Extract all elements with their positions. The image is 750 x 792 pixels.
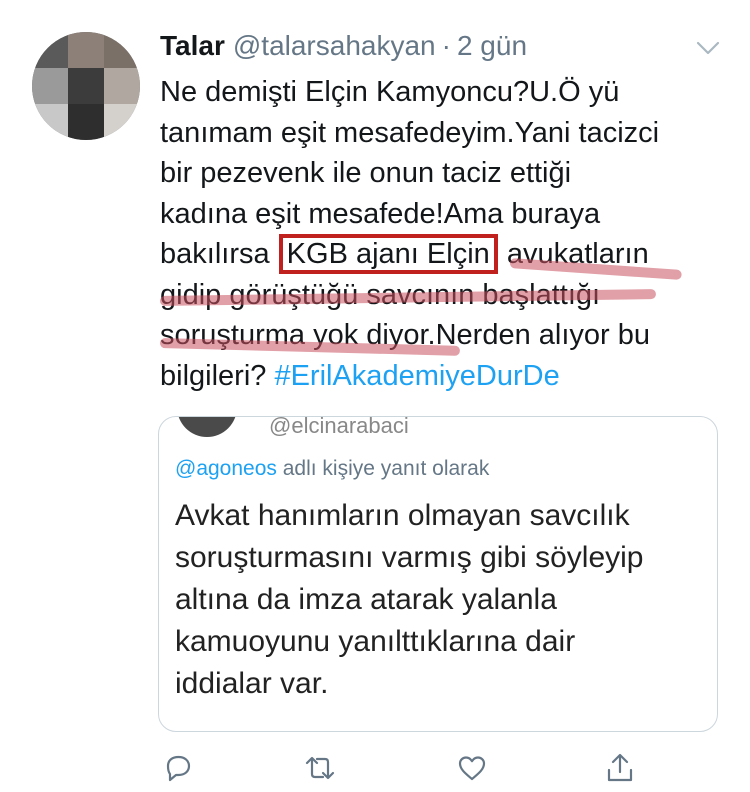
reply-icon[interactable] — [162, 752, 194, 784]
tweet-line: kadına eşit mesafede!Ama buraya — [160, 197, 601, 230]
avatar[interactable] — [32, 32, 140, 140]
quoted-text: Avkat hanımların olmayan savcılık soruşt… — [175, 495, 705, 705]
tweet-line-part: bilgileri? — [160, 359, 275, 392]
author-handle[interactable]: @talarsahakyan — [233, 30, 436, 62]
quoted-line: altına da imza atarak yalanla — [175, 583, 557, 616]
quoted-tweet[interactable]: @elcinarabaci @agoneos adlı kişiye yanıt… — [158, 416, 718, 732]
timestamp[interactable]: 2 gün — [457, 30, 527, 62]
quoted-line: iddialar var. — [175, 667, 329, 700]
quoted-line: kamuoyunu yanılttıklarına dair — [175, 625, 576, 658]
quoted-handle: @elcinarabaci — [269, 416, 409, 438]
chevron-down-icon[interactable] — [694, 38, 722, 58]
tweet-line-part: avukatların — [498, 238, 649, 270]
tweet-line: tanımam eşit mesafedeyim.Yani tacizci — [160, 116, 660, 149]
quoted-line: Avkat hanımların olmayan savcılık — [175, 499, 630, 532]
tweet-text: Ne demişti Elçin Kamyoncu?U.Ö yü tanımam… — [160, 72, 730, 396]
tweet[interactable]: Talar @talarsahakyan · 2 gün Ne demişti … — [0, 0, 750, 792]
quoted-avatar — [177, 417, 237, 437]
tweet-line: bir pezevenk ile onun taciz ettiği — [160, 157, 572, 189]
author-name[interactable]: Talar — [160, 30, 225, 62]
tweet-line: soruşturma yok diyor.Nerden alıyor bu — [160, 319, 650, 351]
heart-icon[interactable] — [456, 752, 488, 784]
tweet-line-part: bakılırsa — [160, 238, 278, 270]
share-icon[interactable] — [604, 752, 636, 784]
separator-dot: · — [441, 30, 451, 61]
tweet-line: gidip görüştüğü savcının başlattığı — [160, 278, 601, 311]
action-bar — [0, 752, 750, 784]
tweet-line: bakılırsa KGB ajanı Elçin avukatların — [160, 234, 730, 275]
reply-context: @agoneos adlı kişiye yanıt olarak — [175, 457, 489, 481]
quoted-line: soruşturmasını varmış gibi söyleyip — [175, 541, 644, 574]
reply-suffix: adlı kişiye yanıt olarak — [276, 457, 490, 480]
annotation-red-box: KGB ajanı Elçin — [278, 234, 498, 274]
tweet-line: bilgileri? #ErilAkademiyeDurDe — [160, 356, 730, 397]
tweet-header: Talar @talarsahakyan · 2 gün — [160, 30, 527, 66]
tweet-line: Ne demişti Elçin Kamyoncu?U.Ö yü — [160, 76, 620, 108]
reply-mention[interactable]: @agoneos — [175, 457, 277, 480]
hashtag-link[interactable]: #ErilAkademiyeDurDe — [274, 360, 559, 392]
retweet-icon[interactable] — [304, 752, 336, 784]
